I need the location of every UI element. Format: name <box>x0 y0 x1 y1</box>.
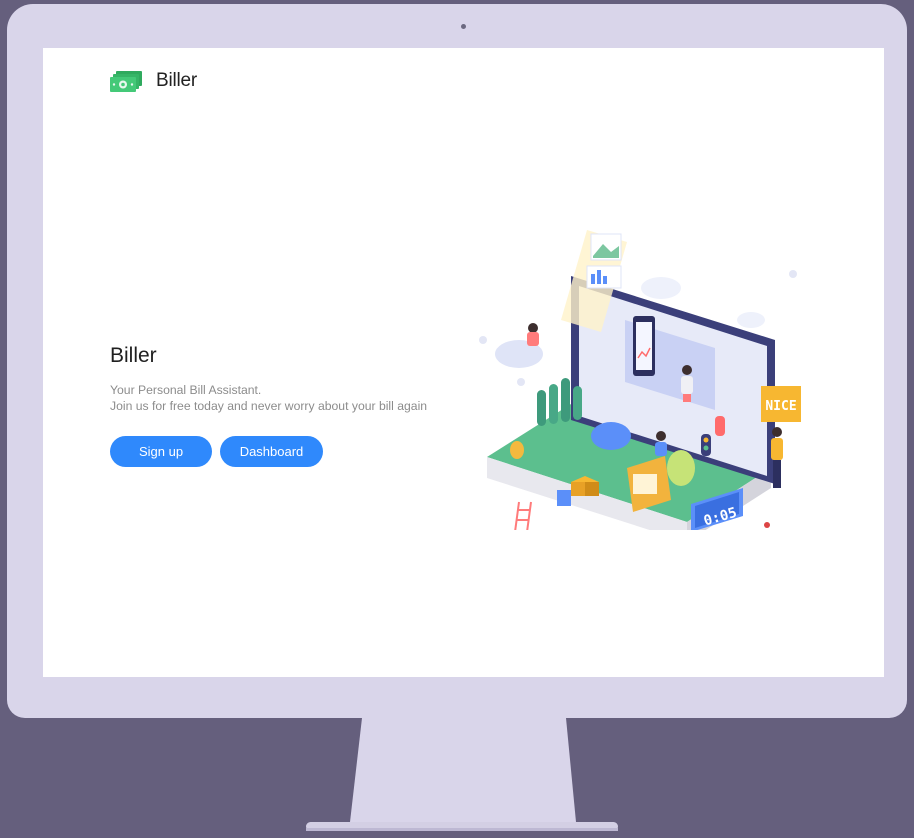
monitor-stand <box>306 718 618 831</box>
